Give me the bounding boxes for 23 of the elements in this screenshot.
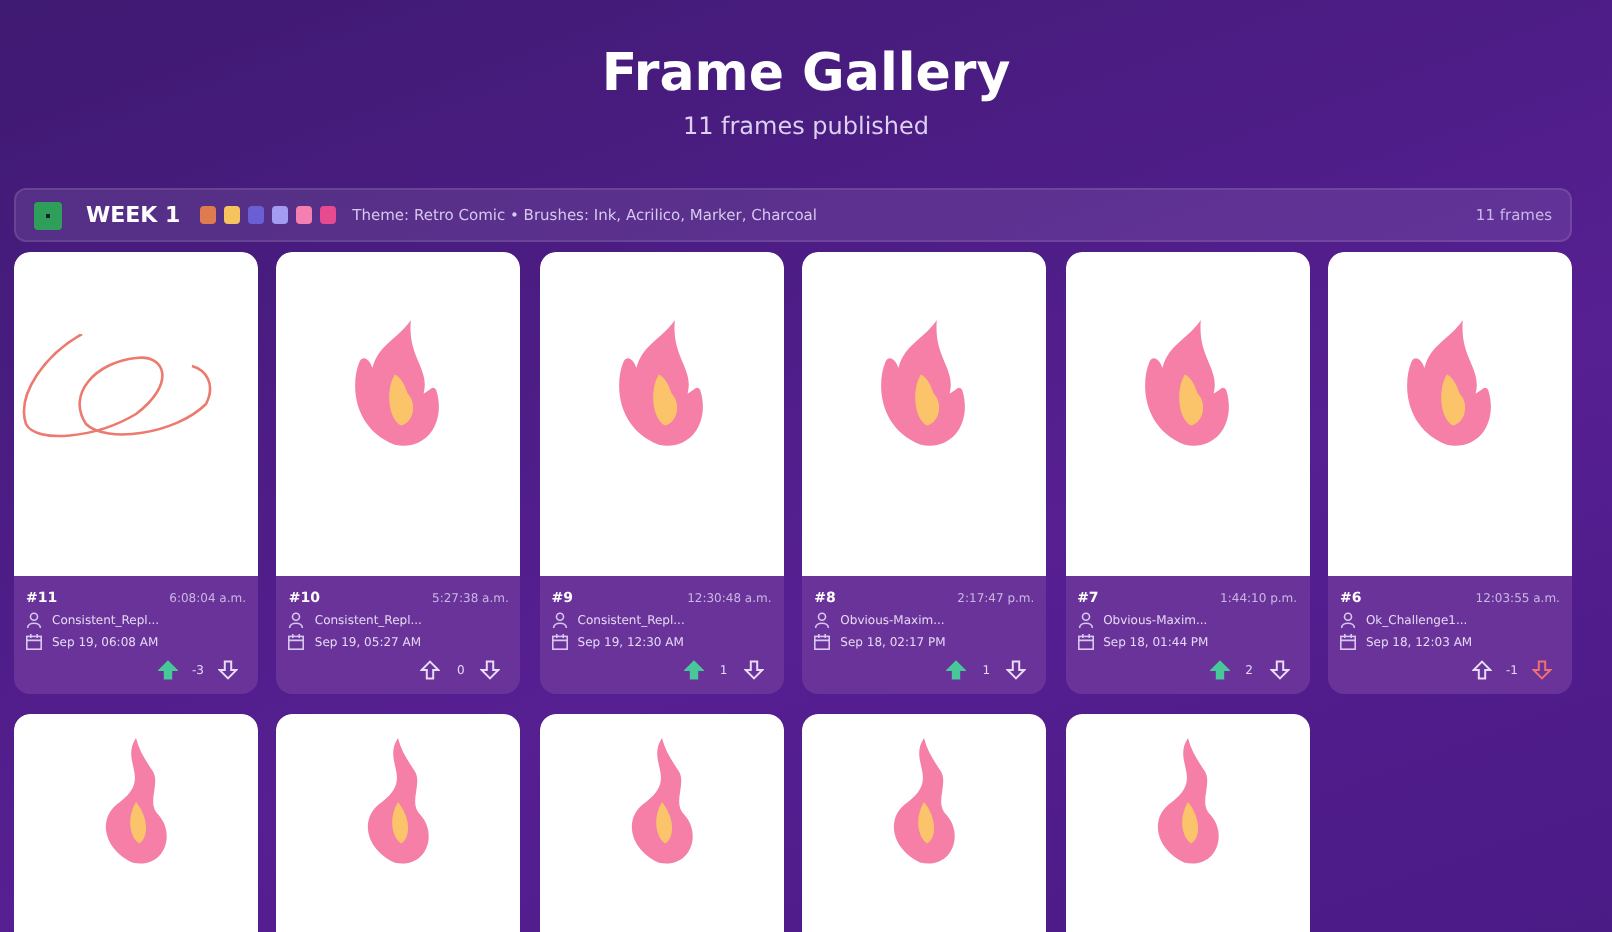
- upvote-button[interactable]: [420, 660, 441, 680]
- calendar-icon: [288, 634, 305, 650]
- user-icon: [288, 612, 305, 628]
- calendar-icon: [1339, 634, 1356, 650]
- upvote-button[interactable]: [683, 660, 704, 680]
- upvote-button[interactable]: [1209, 660, 1230, 680]
- user-icon: [1339, 612, 1356, 628]
- page-title: Frame Gallery: [599, 42, 1013, 106]
- calendar-icon: [1077, 634, 1094, 650]
- downvote-button[interactable]: [1531, 660, 1552, 680]
- user-icon: [551, 612, 568, 628]
- calendar-icon: [814, 634, 831, 650]
- calendar-icon: [26, 634, 42, 650]
- frame-count: 11 frames published: [680, 112, 932, 140]
- calendar-icon: [551, 634, 568, 650]
- upvote-button[interactable]: [1471, 660, 1492, 680]
- upvote-button[interactable]: [946, 660, 967, 680]
- week-icon: [34, 201, 62, 229]
- user-icon: [1077, 612, 1094, 628]
- user-icon: [814, 612, 831, 628]
- week-label: WEEK 1: [86, 202, 181, 228]
- upvote-button[interactable]: [158, 660, 178, 680]
- user-icon: [26, 612, 42, 628]
